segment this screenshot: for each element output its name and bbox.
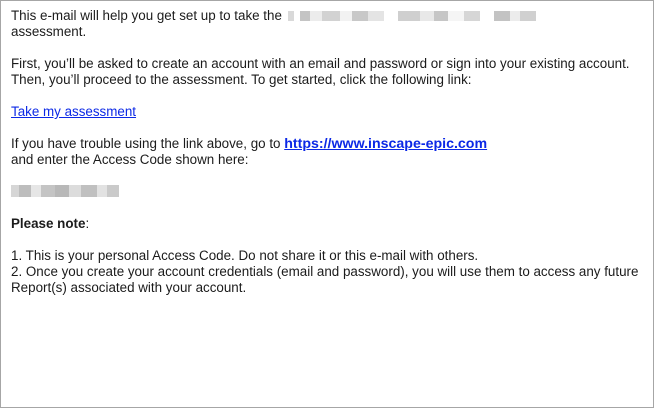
trouble-prefix: If you have trouble using the link above…	[11, 136, 281, 151]
note-colon: :	[85, 216, 90, 231]
redacted-access-code	[11, 185, 119, 197]
intro-prefix: This e-mail will help you get set up to …	[11, 8, 282, 23]
email-message: This e-mail will help you get set up to …	[11, 8, 647, 296]
inscape-epic-link[interactable]: https://www.inscape-epic.com	[284, 136, 487, 152]
trouble-paragraph: If you have trouble using the link above…	[11, 136, 647, 168]
note-item-2: 2. Once you create your account credenti…	[11, 264, 639, 295]
redacted-assessment-name	[287, 11, 536, 21]
assessment-link-paragraph: Take my assessment	[11, 104, 647, 120]
note-heading-paragraph: Please note:	[11, 216, 647, 232]
instructions-paragraph: First, you’ll be asked to create an acco…	[11, 56, 630, 87]
trouble-suffix: and enter the Access Code shown here:	[11, 152, 249, 167]
email-body-frame: This e-mail will help you get set up to …	[0, 0, 654, 408]
intro-suffix: assessment.	[11, 24, 87, 39]
take-assessment-link[interactable]: Take my assessment	[11, 104, 136, 119]
intro-paragraph: This e-mail will help you get set up to …	[11, 8, 647, 40]
note-item-1: 1. This is your personal Access Code. Do…	[11, 248, 479, 263]
access-code-paragraph	[11, 184, 647, 200]
note-heading: Please note	[11, 216, 86, 231]
